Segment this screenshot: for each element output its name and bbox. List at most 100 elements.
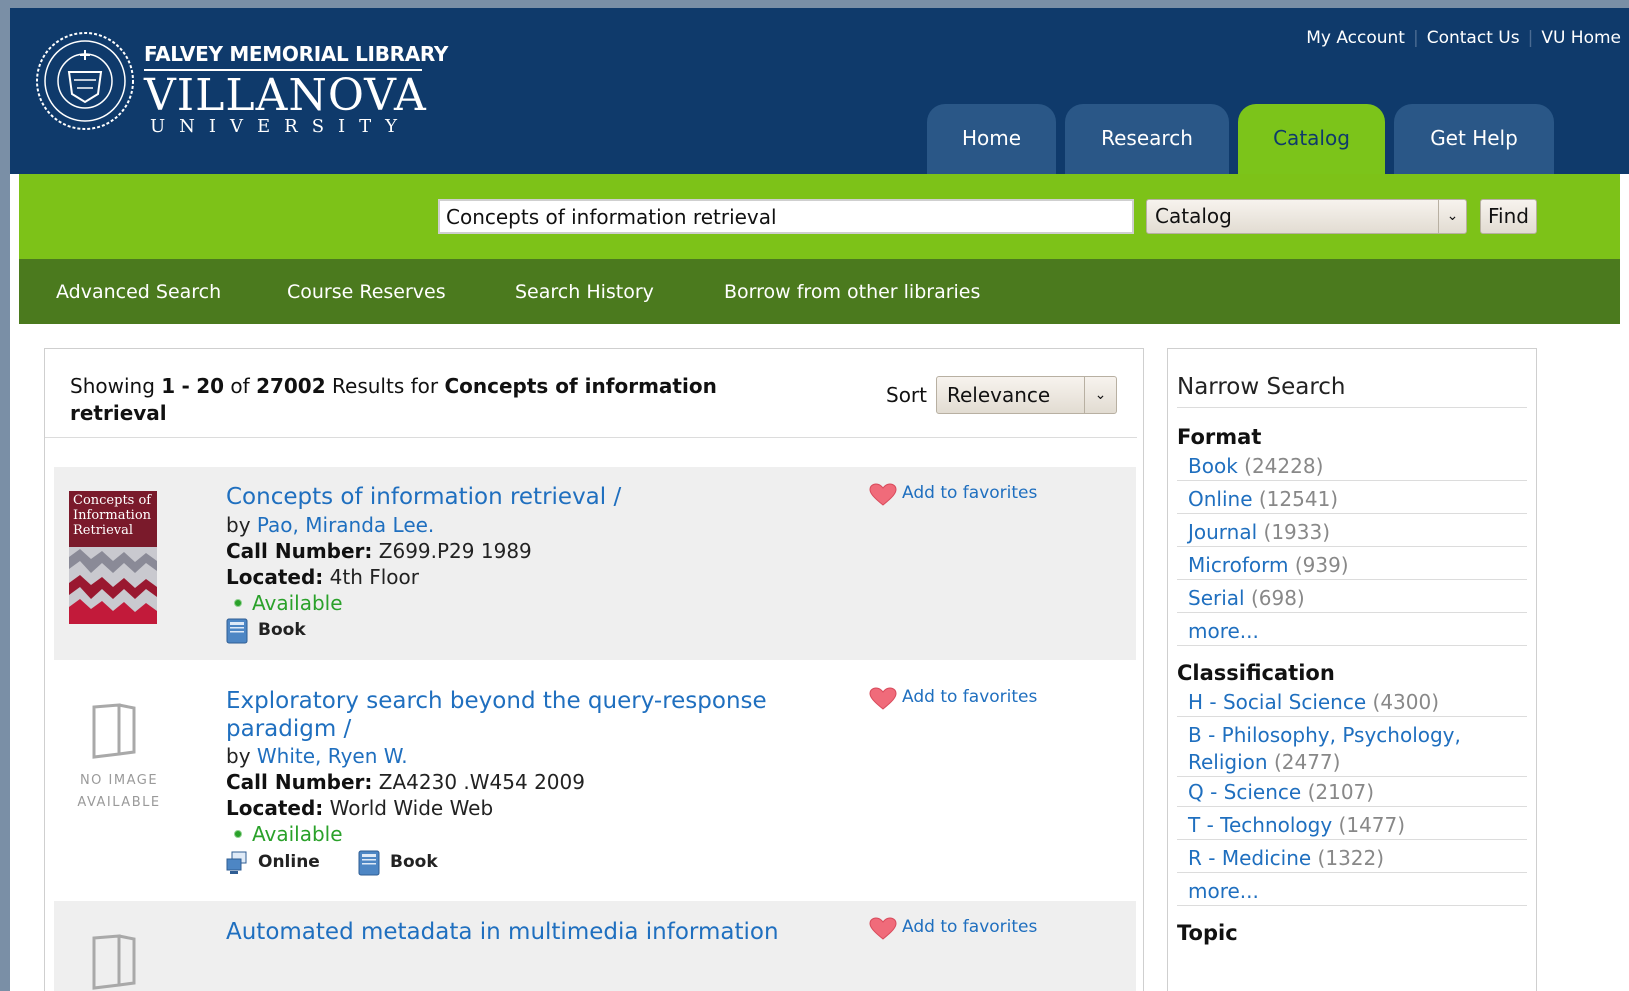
secondary-nav: Advanced Search Course Reserves Search H… <box>19 259 1620 324</box>
search-input[interactable] <box>438 199 1134 234</box>
no-image-icon <box>92 703 136 759</box>
cover-image: Concepts of Information Retrieval <box>69 491 157 624</box>
of-label: of <box>230 374 250 398</box>
availability-status: Available <box>226 590 343 616</box>
facet-item-microform[interactable]: Microform (939) <box>1177 552 1527 580</box>
my-account-link[interactable]: My Account <box>1298 28 1413 48</box>
facet-item-medicine[interactable]: R - Medicine (1322) <box>1177 845 1527 873</box>
search-scope-select[interactable]: Catalog ⌄ <box>1146 199 1467 234</box>
add-to-favorites-label: Add to favorites <box>902 687 1038 707</box>
facet-heading-classification: Classification <box>1177 661 1335 685</box>
status-text: Available <box>252 822 343 846</box>
heart-icon <box>869 483 897 506</box>
no-image-placeholder <box>69 933 157 991</box>
facet-label: Serial <box>1188 586 1245 610</box>
divider <box>45 437 1137 438</box>
util-separator: | <box>1412 28 1419 48</box>
facet-item-serial[interactable]: Serial (698) <box>1177 585 1527 613</box>
availability-status: Available <box>226 821 343 847</box>
author-link[interactable]: White, Ryen W. <box>257 744 408 768</box>
facet-label: H - Social Science <box>1188 690 1367 714</box>
search-history-link[interactable]: Search History <box>515 281 654 303</box>
utility-links: My Account | Contact Us | VU Home <box>1298 28 1629 48</box>
call-number-line: Call Number: ZA4230 .W454 2009 <box>226 769 585 795</box>
divider <box>1177 407 1527 408</box>
logo-library-name: FALVEY MEMORIAL LIBRARY <box>144 42 449 66</box>
find-button[interactable]: Find <box>1480 199 1537 234</box>
result-author-line: by White, Ryen W. <box>226 743 408 769</box>
facet-count: (1933) <box>1263 520 1331 544</box>
result-title-link[interactable]: Concepts of information retrieval / <box>226 483 826 511</box>
results-panel: Showing 1 - 20 of 27002 Results for Conc… <box>44 348 1144 991</box>
borrow-other-libraries-link[interactable]: Borrow from other libraries <box>724 281 980 303</box>
results-for-label: Results for <box>332 374 439 398</box>
facet-label: Q - Science <box>1188 780 1302 804</box>
format-more-link[interactable]: more... <box>1177 618 1527 646</box>
add-to-favorites-label: Add to favorites <box>902 483 1038 503</box>
located-label: Located: <box>226 565 324 589</box>
location-line: Located: World Wide Web <box>226 795 493 821</box>
status-dot-icon <box>234 830 242 838</box>
advanced-search-link[interactable]: Advanced Search <box>56 281 221 303</box>
book-cover[interactable]: Concepts of Information Retrieval <box>69 491 157 624</box>
facet-heading-topic: Topic <box>1177 921 1238 945</box>
facet-count: (4300) <box>1372 690 1440 714</box>
showing-label: Showing <box>70 374 155 398</box>
sort-value: Relevance <box>947 383 1051 407</box>
sort-select[interactable]: Relevance ⌄ <box>936 376 1117 414</box>
logo-university-name: VILLANOVA <box>144 70 427 121</box>
located-label: Located: <box>226 796 324 820</box>
facet-count: (939) <box>1294 553 1349 577</box>
facet-item-book[interactable]: Book (24228) <box>1177 453 1527 481</box>
facet-item-social-science[interactable]: H - Social Science (4300) <box>1177 689 1527 717</box>
facet-item-online[interactable]: Online (12541) <box>1177 486 1527 514</box>
result-record: NO IMAGE AVAILABLE Exploratory search be… <box>54 670 1136 900</box>
narrow-search-sidebar: Narrow Search Format Book (24228) Online… <box>1167 348 1537 991</box>
result-author-line: by Pao, Miranda Lee. <box>226 512 434 538</box>
result-title-link[interactable]: Exploratory search beyond the query-resp… <box>226 687 836 743</box>
course-reserves-link[interactable]: Course Reserves <box>287 281 446 303</box>
facet-count: (24228) <box>1244 454 1324 478</box>
facet-item-science[interactable]: Q - Science (2107) <box>1177 779 1527 807</box>
university-seal-icon <box>36 32 134 130</box>
facet-label: Microform <box>1188 553 1289 577</box>
call-number-value: ZA4230 .W454 2009 <box>378 770 585 794</box>
facet-label: Online <box>1188 487 1253 511</box>
facet-item-technology[interactable]: T - Technology (1477) <box>1177 812 1527 840</box>
tab-catalog[interactable]: Catalog <box>1238 104 1385 176</box>
contact-us-link[interactable]: Contact Us <box>1419 28 1528 48</box>
tab-research[interactable]: Research <box>1065 104 1229 176</box>
heart-icon <box>869 917 897 940</box>
call-number-value: Z699.P29 1989 <box>378 539 532 563</box>
facet-heading-format: Format <box>1177 425 1262 449</box>
facet-count: (1477) <box>1338 813 1406 837</box>
status-text: Available <box>252 591 343 615</box>
library-logo[interactable]: FALVEY MEMORIAL LIBRARY VILLANOVA UNIVER… <box>34 30 448 142</box>
cover-title: Concepts of Information Retrieval <box>73 493 152 538</box>
location-line: Located: 4th Floor <box>226 564 419 590</box>
no-image-placeholder: NO IMAGE AVAILABLE <box>69 690 159 810</box>
no-image-label: AVAILABLE <box>77 795 161 810</box>
sort-label: Sort <box>886 383 927 407</box>
results-summary: Showing 1 - 20 of 27002 Results for Conc… <box>70 373 810 427</box>
tab-get-help[interactable]: Get Help <box>1394 104 1554 176</box>
search-bar: Catalog ⌄ Find <box>19 174 1620 259</box>
call-number-label: Call Number: <box>226 539 373 563</box>
logo-university-sub: UNIVERSITY <box>150 116 412 137</box>
book-icon <box>358 850 380 876</box>
classification-more-link[interactable]: more... <box>1177 878 1527 906</box>
facet-item-philosophy[interactable]: B - Philosophy, Psychology, Religion (24… <box>1177 722 1527 777</box>
result-record: Concepts of Information Retrieval Concep… <box>54 467 1136 660</box>
no-image-label: NO IMAGE <box>79 773 159 788</box>
tab-home[interactable]: Home <box>927 104 1056 176</box>
vu-home-link[interactable]: VU Home <box>1533 28 1629 48</box>
author-link[interactable]: Pao, Miranda Lee. <box>257 513 434 537</box>
facet-count: (12541) <box>1258 487 1339 511</box>
range-end: 20 <box>196 374 225 398</box>
results-total: 27002 <box>256 374 326 398</box>
cover-pattern-icon <box>69 547 157 624</box>
chevron-down-icon: ⌄ <box>1438 200 1466 233</box>
result-title-link[interactable]: Automated metadata in multimedia informa… <box>226 918 866 946</box>
facet-item-journal[interactable]: Journal (1933) <box>1177 519 1527 547</box>
page-frame: FALVEY MEMORIAL LIBRARY VILLANOVA UNIVER… <box>10 8 1629 991</box>
